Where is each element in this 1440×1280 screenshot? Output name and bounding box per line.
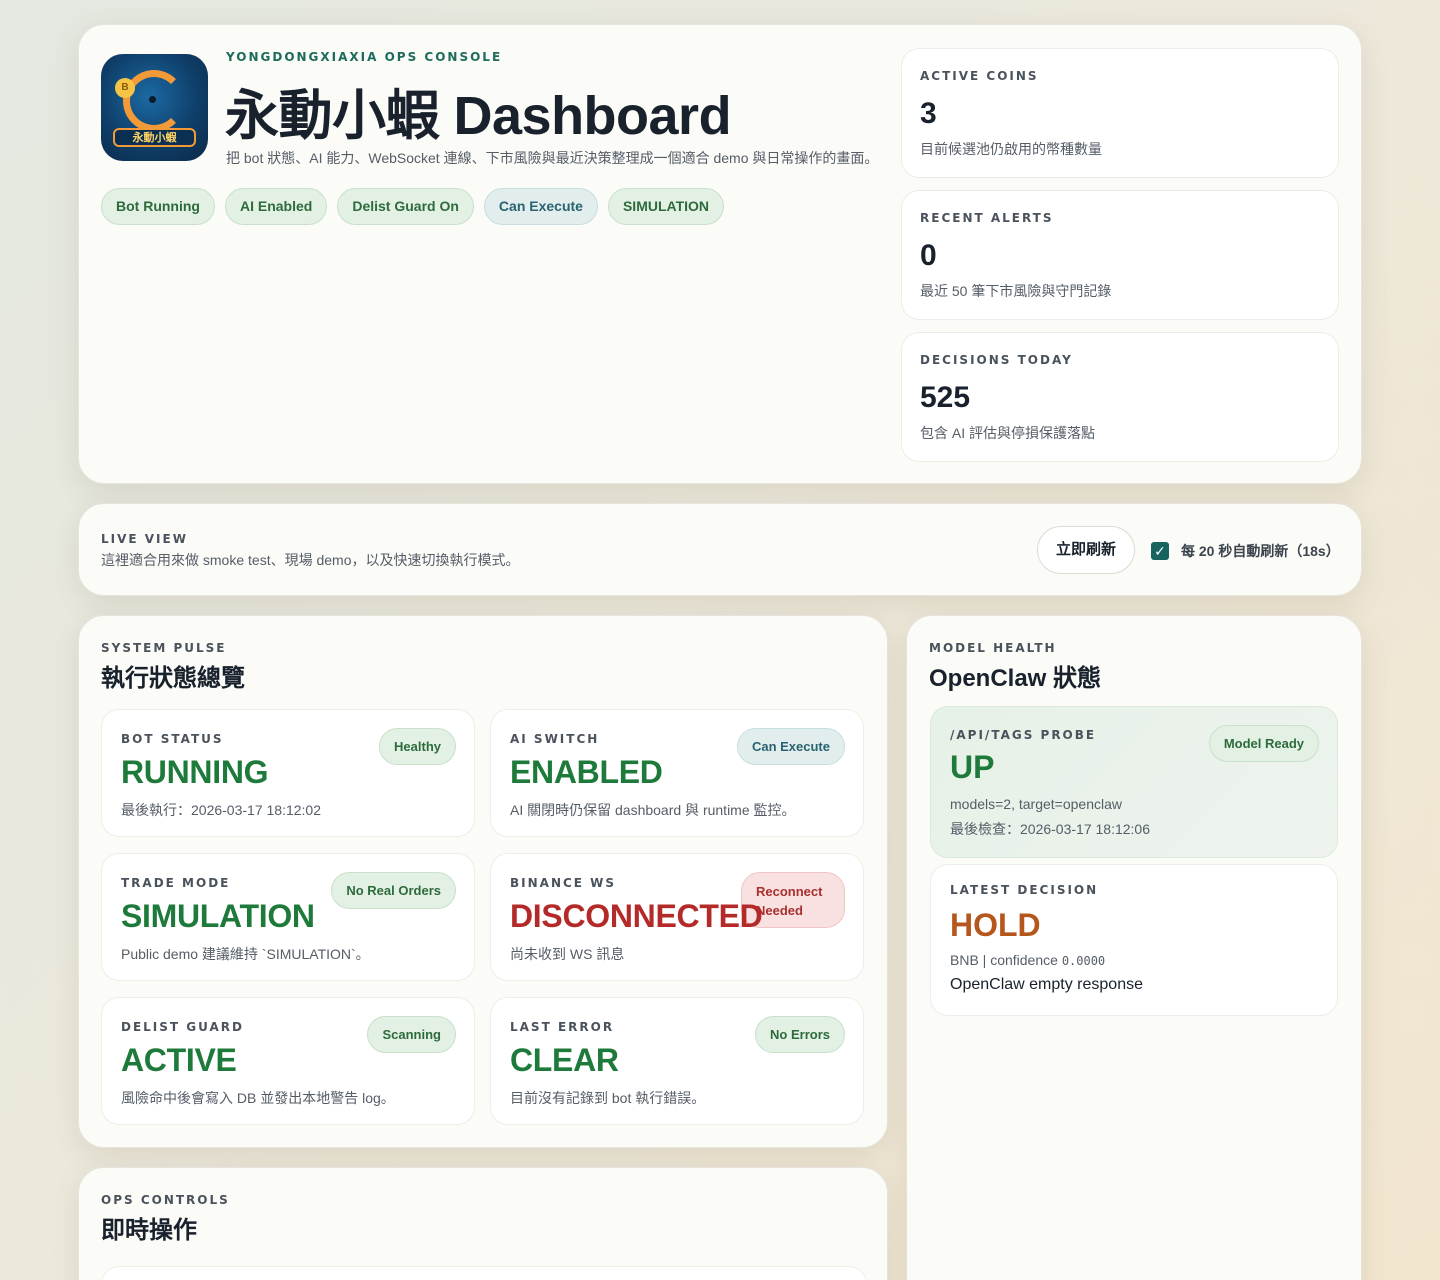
tile-label: TRADE MODE: [121, 876, 231, 890]
ops-controls-card: OPS CONTROLS 即時操作: [78, 1167, 888, 1280]
latest-decision-panel: LATEST DECISION HOLD BNB | confidence 0.…: [930, 864, 1338, 1016]
decision-coin: BNB | confidence: [950, 952, 1062, 968]
tile-ai-switch: AI SWITCH Can Execute ENABLED AI 關閉時仍保留 …: [490, 709, 864, 837]
tile-bot-status: BOT STATUS Healthy RUNNING 最後執行：2026-03-…: [101, 709, 475, 837]
live-view-eyebrow: LIVE VIEW: [101, 532, 188, 546]
status-badge: Model Ready: [1208, 725, 1319, 762]
tile-label: AI SWITCH: [510, 732, 600, 746]
status-chip-row: Bot Running AI Enabled Delist Guard On C…: [101, 188, 725, 225]
decision-reason: OpenClaw empty response: [950, 976, 1143, 993]
tile-value: DISCONNECTED: [510, 898, 763, 934]
decision-label: LATEST DECISION: [950, 883, 1099, 897]
stat-label: DECISIONS TODAY: [920, 353, 1073, 367]
live-view-bar: LIVE VIEW 這裡適合用來做 smoke test、現場 demo，以及快…: [78, 503, 1362, 596]
auto-refresh-toggle[interactable]: ✓ 每 20 秒自動刷新（18s）: [1151, 541, 1340, 561]
chip-ai-enabled: AI Enabled: [224, 188, 328, 225]
decision-confidence: 0.0000: [1061, 954, 1106, 968]
live-view-description: 這裡適合用來做 smoke test、現場 demo，以及快速切換執行模式。: [101, 552, 520, 568]
status-badge: Healthy: [379, 728, 456, 765]
auto-refresh-label: 每 20 秒自動刷新（18s）: [1181, 543, 1340, 559]
tile-last-error: LAST ERROR No Errors CLEAR 目前沒有記錄到 bot 執…: [490, 997, 864, 1125]
stat-active-coins: ACTIVE COINS 3 目前候選池仍啟用的幣種數量: [901, 48, 1339, 178]
logo-name: 永動小蝦: [113, 128, 196, 147]
tile-value: SIMULATION: [121, 898, 315, 934]
hero-card: B 永動小蝦 YONGDONGXIAXIA OPS CONSOLE 永動小蝦 D…: [78, 24, 1362, 484]
ops-controls-panel: [101, 1266, 867, 1280]
stat-value: 3: [920, 97, 937, 130]
auto-refresh-checkbox[interactable]: ✓: [1151, 542, 1169, 560]
page-title: 永動小蝦 Dashboard: [225, 86, 732, 146]
stat-label: ACTIVE COINS: [920, 69, 1039, 83]
stat-recent-alerts: RECENT ALERTS 0 最近 50 筆下市風險與守門記錄: [901, 190, 1339, 320]
section-eyebrow: MODEL HEALTH: [929, 641, 1057, 655]
status-badge: No Errors: [755, 1016, 845, 1053]
section-title: 即時操作: [101, 1217, 197, 1244]
chip-simulation: SIMULATION: [607, 188, 725, 225]
tile-value: CLEAR: [510, 1042, 619, 1078]
section-title: OpenClaw 狀態: [929, 665, 1102, 692]
probe-checked-line: 最後檢查：2026-03-17 18:12:06: [950, 821, 1150, 837]
tile-label: BOT STATUS: [121, 732, 224, 746]
model-health-card: MODEL HEALTH OpenClaw 狀態 /API/TAGS PROBE…: [906, 615, 1362, 1280]
tile-note: Public demo 建議維持 `SIMULATION`。: [121, 946, 370, 962]
tile-value: ACTIVE: [121, 1042, 237, 1078]
stat-value: 525: [920, 381, 971, 414]
tile-note: 最後執行：2026-03-17 18:12:02: [121, 802, 321, 818]
probe-value: UP: [950, 749, 995, 785]
chip-bot-running: Bot Running: [101, 188, 215, 225]
section-eyebrow: OPS CONTROLS: [101, 1193, 230, 1207]
tile-label: BINANCE WS: [510, 876, 617, 890]
logo-coin-icon: B: [115, 78, 135, 98]
system-pulse-card: SYSTEM PULSE 執行狀態總覽 BOT STATUS Healthy R…: [78, 615, 888, 1148]
status-badge: No Real Orders: [331, 872, 456, 909]
stat-label: RECENT ALERTS: [920, 211, 1054, 225]
tile-value: RUNNING: [121, 754, 269, 790]
status-badge: Can Execute: [736, 728, 845, 765]
tile-note: 目前沒有記錄到 bot 執行錯誤。: [510, 1090, 706, 1106]
probe-models-line: models=2, target=openclaw: [950, 796, 1122, 812]
stat-note: 目前候選池仍啟用的幣種數量: [920, 141, 1102, 157]
tile-label: LAST ERROR: [510, 1020, 615, 1034]
status-badge: Scanning: [367, 1016, 456, 1053]
app-logo: B 永動小蝦: [101, 54, 208, 161]
tile-binance-ws: BINANCE WS Reconnect Needed DISCONNECTED…: [490, 853, 864, 981]
console-eyebrow: YONGDONGXIAXIA OPS CONSOLE: [226, 50, 503, 64]
decision-meta: BNB | confidence 0.0000: [950, 952, 1105, 968]
tile-note: 尚未收到 WS 訊息: [510, 946, 625, 962]
tile-label: DELIST GUARD: [121, 1020, 244, 1034]
chip-delist-guard: Delist Guard On: [337, 188, 474, 225]
decision-value: HOLD: [950, 907, 1041, 943]
tile-note: AI 關閉時仍保留 dashboard 與 runtime 監控。: [510, 802, 796, 818]
chip-can-execute: Can Execute: [483, 188, 598, 225]
stat-value: 0: [920, 239, 937, 272]
logo-eye-shape: [149, 96, 156, 103]
section-eyebrow: SYSTEM PULSE: [101, 641, 227, 655]
stat-note: 包含 AI 評估與停損保護落點: [920, 425, 1096, 441]
stat-note: 最近 50 筆下市風險與守門記錄: [920, 283, 1112, 299]
tile-trade-mode: TRADE MODE No Real Orders SIMULATION Pub…: [101, 853, 475, 981]
tile-note: 風險命中後會寫入 DB 並發出本地警告 log。: [121, 1090, 395, 1106]
api-tags-probe-panel: /API/TAGS PROBE Model Ready UP models=2,…: [930, 706, 1338, 858]
section-title: 執行狀態總覽: [101, 665, 245, 692]
refresh-now-button[interactable]: 立即刷新: [1037, 526, 1135, 574]
tile-value: ENABLED: [510, 754, 663, 790]
probe-label: /API/TAGS PROBE: [950, 728, 1097, 742]
tile-delist-guard: DELIST GUARD Scanning ACTIVE 風險命中後會寫入 DB…: [101, 997, 475, 1125]
page-description: 把 bot 狀態、AI 能力、WebSocket 連線、下市風險與最近決策整理成…: [226, 150, 879, 166]
stat-decisions-today: DECISIONS TODAY 525 包含 AI 評估與停損保護落點: [901, 332, 1339, 462]
